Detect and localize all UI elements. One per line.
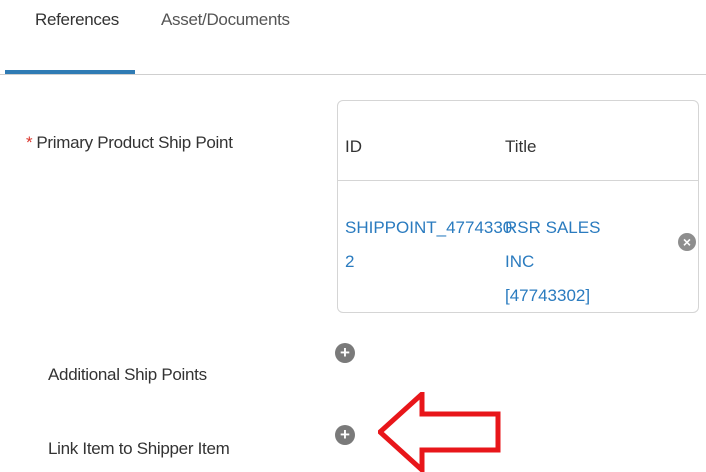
ship-point-title-line1: RSR SALES INC bbox=[505, 218, 601, 271]
table-header: ID Title bbox=[338, 101, 698, 181]
tab-bar: References Asset/Documents bbox=[0, 0, 706, 78]
column-header-title: Title bbox=[505, 137, 537, 156]
primary-ship-point-label-text: Primary Product Ship Point bbox=[36, 133, 233, 152]
primary-ship-point-label: * Primary Product Ship Point bbox=[26, 133, 233, 153]
close-icon[interactable]: × bbox=[678, 233, 696, 251]
add-ship-point-button[interactable]: + bbox=[335, 343, 355, 363]
additional-ship-points-label: Additional Ship Points bbox=[48, 365, 207, 384]
tab-divider bbox=[0, 74, 706, 75]
ship-point-id-link[interactable]: SHIPPOINT_4774330 2 bbox=[345, 211, 513, 279]
tab-asset-documents[interactable]: Asset/Documents bbox=[161, 10, 290, 30]
ship-point-title-link[interactable]: RSR SALES INC [47743302] bbox=[505, 211, 615, 313]
ship-point-title-line2: [47743302] bbox=[505, 286, 591, 305]
required-marker: * bbox=[26, 133, 33, 152]
column-header-id: ID bbox=[345, 137, 362, 156]
primary-ship-point-table: ID Title SHIPPOINT_4774330 2 RSR SALES I… bbox=[337, 100, 699, 313]
link-shipper-item-label: Link Item to Shipper Item bbox=[48, 439, 230, 458]
add-shipper-item-button[interactable]: + bbox=[335, 425, 355, 445]
tab-references[interactable]: References bbox=[35, 10, 119, 30]
ship-point-id-line2: 2 bbox=[345, 252, 355, 271]
red-arrow-left-icon bbox=[378, 392, 501, 472]
ship-point-id-line1: SHIPPOINT_4774330 bbox=[345, 218, 513, 237]
